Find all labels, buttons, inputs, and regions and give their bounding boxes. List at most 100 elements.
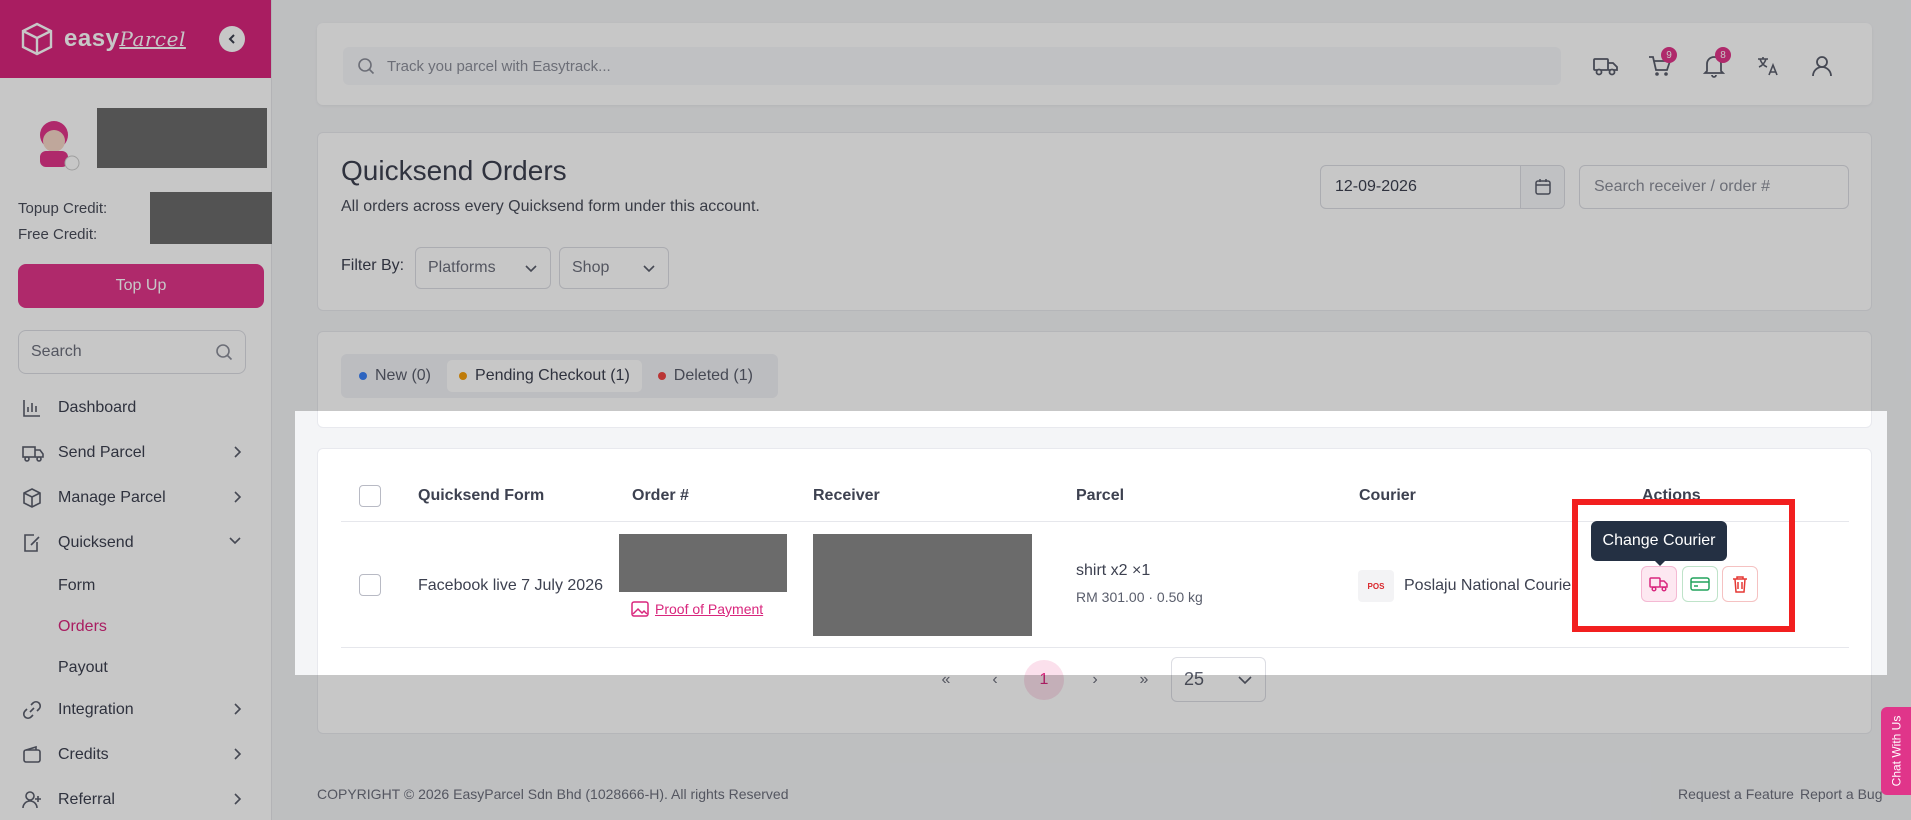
sidebar-item-quicksend[interactable]: Quicksend — [22, 530, 246, 556]
tab-pending-checkout[interactable]: Pending Checkout (1) — [447, 360, 642, 392]
tab-new[interactable]: New (0) — [347, 360, 443, 392]
platforms-select[interactable]: Platforms — [415, 247, 551, 289]
track-placeholder: Track you parcel with Easytrack... — [387, 57, 611, 75]
page-title: Quicksend Orders — [341, 155, 567, 186]
proof-of-payment-text: Proof of Payment — [655, 601, 764, 617]
row-courier-name: Poslaju National Courier — [1404, 577, 1577, 594]
tab-label: New (0) — [375, 367, 432, 384]
page-subtitle: All orders across every Quicksend form u… — [341, 198, 760, 215]
chevron-left-icon — [228, 34, 235, 44]
translate-icon — [1758, 57, 1778, 76]
redacted-credit-values — [150, 192, 272, 244]
column-header-parcel: Parcel — [1076, 487, 1125, 504]
language-button[interactable] — [1753, 51, 1783, 81]
search-icon — [358, 58, 375, 75]
cart-badge: 9 — [1661, 47, 1677, 63]
sidebar-item-dashboard[interactable]: Dashboard — [22, 395, 246, 421]
row-checkbox[interactable] — [359, 574, 381, 596]
column-header-quicksend-form: Quicksend Form — [418, 487, 545, 504]
first-page-button[interactable]: « — [926, 660, 966, 700]
sidebar-item-label: Integration — [58, 701, 134, 718]
sidebar-item-integration[interactable]: Integration — [22, 697, 246, 723]
column-header-order: Order # — [632, 487, 689, 504]
brand-header: easyParcel — [0, 0, 271, 78]
top-up-button[interactable]: Top Up — [18, 264, 264, 308]
sidebar-subitem-payout[interactable]: Payout — [58, 659, 108, 677]
cart-button[interactable]: 9 — [1645, 47, 1677, 81]
brand-logo[interactable]: easyParcel — [64, 25, 186, 53]
date-picker[interactable]: 12-09-2026 — [1320, 165, 1565, 209]
status-dot — [657, 372, 666, 380]
shop-value: Shop — [572, 259, 610, 276]
collapse-sidebar-button[interactable] — [219, 26, 245, 52]
page-1-button[interactable]: 1 — [1024, 660, 1064, 700]
box-logo-icon — [20, 22, 54, 56]
truck-button[interactable] — [1591, 51, 1621, 81]
shop-select[interactable]: Shop — [559, 247, 669, 289]
chevron-down-icon — [229, 537, 241, 545]
redacted-receiver — [813, 534, 1032, 636]
sidebar-search-placeholder: Search — [31, 343, 82, 360]
tab-label: Deleted (1) — [673, 367, 753, 384]
receiver-search-placeholder: Search receiver / order # — [1594, 178, 1771, 195]
chevron-down-icon — [643, 265, 655, 273]
sidebar-search-input[interactable]: Search — [18, 330, 246, 374]
sidebar-item-label: Credits — [58, 746, 109, 763]
next-page-button[interactable]: › — [1075, 660, 1115, 700]
sidebar-item-referral[interactable]: Referral — [22, 787, 246, 813]
notifications-button[interactable]: 8 — [1699, 47, 1731, 81]
status-tabs: New (0) Pending Checkout (1) Deleted (1) — [341, 354, 778, 398]
sidebar-subitem-orders[interactable]: Orders — [58, 618, 107, 636]
sidebar-item-label: Quicksend — [58, 534, 134, 551]
per-page-value: 25 — [1184, 669, 1205, 689]
platforms-value: Platforms — [428, 259, 496, 276]
date-value: 12-09-2026 — [1335, 178, 1417, 195]
calendar-icon[interactable] — [1520, 166, 1564, 208]
chevron-right-icon — [234, 703, 242, 715]
sidebar: easyParcel Topup Credit: Free Credit: To… — [0, 0, 272, 820]
sidebar-item-credits[interactable]: Credits — [22, 742, 246, 768]
chevron-right-icon — [234, 748, 242, 760]
column-header-courier: Courier — [1359, 487, 1416, 504]
sidebar-item-manage-parcel[interactable]: Manage Parcel — [22, 485, 246, 511]
sidebar-item-label: Send Parcel — [58, 444, 146, 461]
last-page-button[interactable]: » — [1124, 660, 1164, 700]
status-dot — [459, 372, 468, 380]
select-all-checkbox[interactable] — [359, 485, 381, 507]
row-quicksend-form: Facebook live 7 July 2026 — [418, 577, 603, 594]
receiver-search-input[interactable]: Search receiver / order # — [1579, 165, 1849, 209]
link-icon — [22, 700, 46, 720]
sidebar-item-label: Referral — [58, 791, 115, 808]
avatar[interactable] — [28, 115, 80, 171]
redacted-profile-name — [97, 108, 267, 168]
wallet-icon — [22, 745, 46, 765]
box-icon — [22, 488, 46, 508]
chat-with-us-button[interactable]: Chat With Us — [1881, 707, 1911, 795]
sidebar-subitem-form[interactable]: Form — [58, 577, 95, 595]
filter-label: Filter By: — [341, 257, 405, 274]
report-bug-link[interactable]: Report a Bug — [1800, 786, 1883, 802]
truck-icon — [22, 443, 46, 463]
per-page-select[interactable]: 25 — [1171, 657, 1266, 702]
prev-page-button[interactable]: ‹ — [975, 660, 1015, 700]
proof-of-payment-link[interactable]: Proof of Payment — [631, 601, 763, 617]
chart-bars-icon — [22, 398, 46, 418]
chevron-down-icon — [1238, 675, 1252, 684]
poslaju-logo: POS — [1358, 570, 1394, 602]
user-profile-button[interactable] — [1807, 51, 1837, 81]
request-feature-link[interactable]: Request a Feature — [1678, 786, 1794, 802]
notifications-badge: 8 — [1715, 47, 1731, 63]
column-header-receiver: Receiver — [813, 487, 880, 504]
sidebar-item-send-parcel[interactable]: Send Parcel — [22, 440, 246, 466]
top-bar: Track you parcel with Easytrack... 9 8 — [317, 23, 1872, 105]
truck-icon — [1593, 58, 1618, 76]
chevron-right-icon — [234, 446, 242, 458]
easytrack-search-input[interactable]: Track you parcel with Easytrack... — [343, 47, 1561, 85]
tab-deleted[interactable]: Deleted (1) — [646, 360, 765, 392]
edit-doc-icon — [22, 533, 46, 553]
row-parcel-details: RM 301.00 · 0.50 kg — [1076, 589, 1203, 605]
chevron-right-icon — [234, 491, 242, 503]
user-icon — [1812, 56, 1832, 77]
search-icon — [216, 344, 233, 361]
user-plus-icon — [22, 790, 46, 810]
